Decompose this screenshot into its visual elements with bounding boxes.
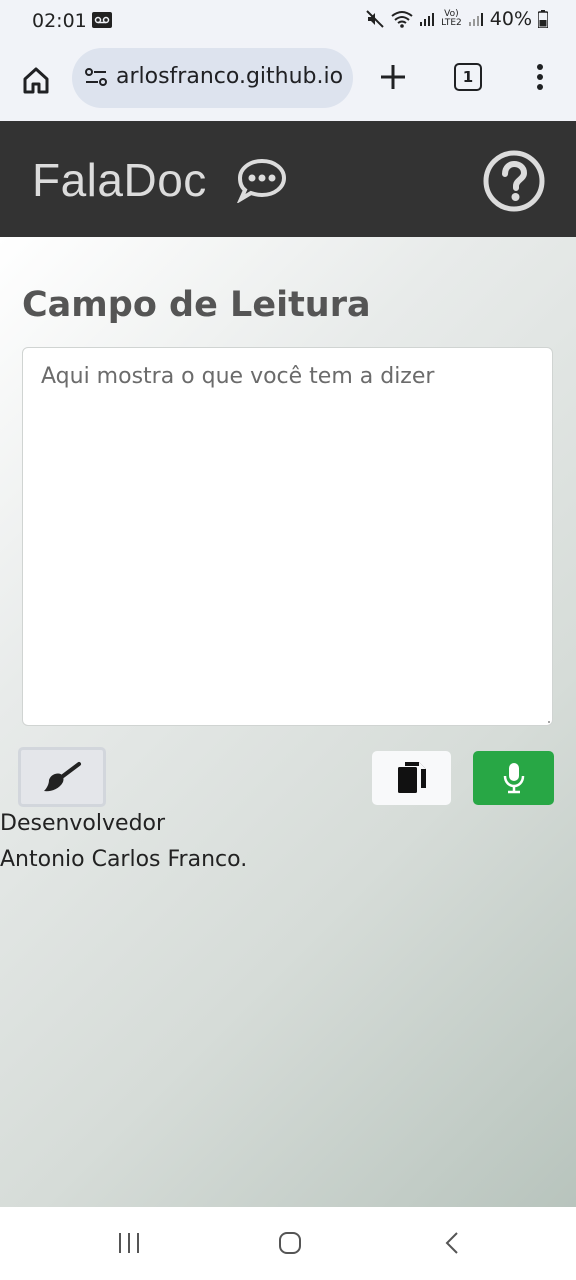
- developer-name: Antonio Carlos Franco.: [0, 847, 248, 872]
- home-icon: [23, 67, 49, 94]
- status-bar: 02:01 Vo) LTE2 40%: [0, 0, 576, 44]
- microphone-icon: [503, 763, 524, 794]
- browser-toolbar: arlosfranco.github.io 1: [0, 44, 576, 121]
- wifi-icon: [391, 10, 413, 28]
- back-icon[interactable]: [442, 1231, 462, 1259]
- address-bar[interactable]: arlosfranco.github.io: [72, 48, 353, 108]
- broom-icon: [44, 762, 81, 792]
- system-nav-bar: [0, 1207, 576, 1280]
- app-header: FalaDoc: [0, 121, 576, 237]
- voicemail-icon: [92, 12, 112, 32]
- browser-menu-button[interactable]: [530, 60, 550, 94]
- home-button[interactable]: [18, 62, 54, 98]
- tab-switcher-button[interactable]: 1: [454, 63, 482, 91]
- plus-icon: [381, 65, 405, 89]
- textarea-placeholder: Aqui mostra o que você tem a dizer: [41, 364, 435, 389]
- url-text: arlosfranco.github.io: [116, 64, 344, 89]
- microphone-button[interactable]: [473, 751, 554, 805]
- new-tab-button[interactable]: [376, 60, 410, 94]
- site-settings-icon[interactable]: [84, 66, 108, 92]
- help-button[interactable]: [482, 149, 546, 213]
- volte-icon: Vo) LTE2: [441, 9, 462, 28]
- status-time: 02:01: [32, 10, 87, 32]
- app-title: FalaDoc: [32, 154, 207, 206]
- clear-button[interactable]: [18, 747, 106, 807]
- signal-icon-2: [468, 11, 484, 27]
- copy-button[interactable]: [372, 751, 451, 805]
- main-content: Campo de Leitura Aqui mostra o que você …: [0, 237, 576, 1207]
- help-icon: [483, 150, 545, 212]
- signal-icon: [419, 11, 435, 27]
- mute-icon: [365, 9, 385, 29]
- reading-textarea[interactable]: Aqui mostra o que você tem a dizer: [22, 347, 553, 726]
- section-title: Campo de Leitura: [22, 285, 371, 325]
- recent-apps-icon[interactable]: [116, 1231, 142, 1259]
- developer-label: Desenvolvedor: [0, 811, 166, 836]
- more-vert-icon: [537, 64, 543, 90]
- tab-count: 1: [462, 68, 474, 86]
- copy-icon: [397, 762, 426, 793]
- battery-icon: [538, 10, 548, 28]
- resize-grip-icon[interactable]: [544, 717, 550, 723]
- battery-percent: 40%: [489, 8, 532, 30]
- nav-home-icon[interactable]: [278, 1231, 302, 1259]
- chat-icon: [236, 157, 288, 207]
